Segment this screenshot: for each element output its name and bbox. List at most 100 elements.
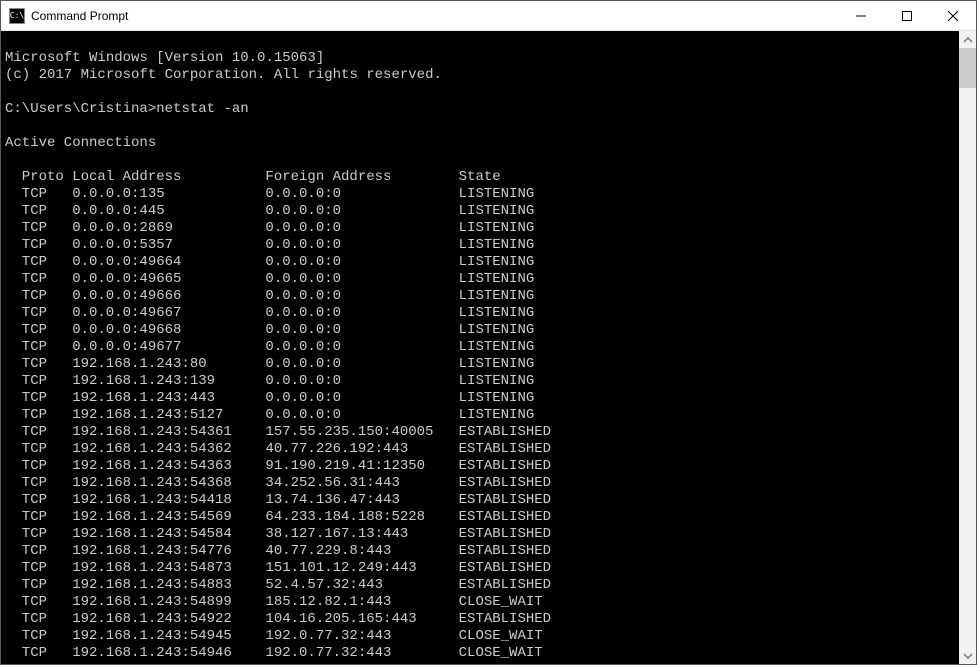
- cell-state: ESTABLISHED: [459, 509, 551, 526]
- cell-local: 192.168.1.243:54584: [72, 526, 265, 543]
- col-proto: Proto: [5, 169, 72, 186]
- cell-local: 0.0.0.0:135: [72, 186, 265, 203]
- titlebar[interactable]: C:\ Command Prompt: [1, 1, 976, 31]
- minimize-icon: [856, 11, 866, 21]
- section-title: Active Connections: [5, 135, 156, 151]
- cell-foreign: 104.16.205.165:443: [265, 611, 458, 628]
- cell-foreign: 0.0.0.0:0: [265, 288, 458, 305]
- cell-proto: TCP: [5, 237, 72, 254]
- cell-foreign: 40.77.226.192:443: [265, 441, 458, 458]
- table-row: TCP192.168.1.243:54922104.16.205.165:443…: [5, 611, 551, 627]
- cell-state: LISTENING: [459, 271, 535, 288]
- cell-local: 192.168.1.243:54361: [72, 424, 265, 441]
- cell-foreign: 34.252.56.31:443: [265, 475, 458, 492]
- cell-foreign: 91.190.219.41:12350: [265, 458, 458, 475]
- maximize-button[interactable]: [884, 1, 930, 31]
- cell-state: ESTABLISHED: [459, 543, 551, 560]
- cell-foreign: 185.12.82.1:443: [265, 594, 458, 611]
- cell-foreign: 13.74.136.47:443: [265, 492, 458, 509]
- cell-foreign: 0.0.0.0:0: [265, 237, 458, 254]
- cell-foreign: 151.101.12.249:443: [265, 560, 458, 577]
- table-header-row: ProtoLocal AddressForeign AddressState: [5, 169, 501, 185]
- maximize-icon: [902, 11, 912, 21]
- table-row: TCP0.0.0.0:496670.0.0.0:0LISTENING: [5, 305, 534, 321]
- cell-proto: TCP: [5, 220, 72, 237]
- cell-local: 0.0.0.0:2869: [72, 220, 265, 237]
- table-row: TCP192.168.1.243:54361157.55.235.150:400…: [5, 424, 551, 440]
- cell-foreign: 52.4.57.32:443: [265, 577, 458, 594]
- table-row: TCP192.168.1.243:5436834.252.56.31:443ES…: [5, 475, 551, 491]
- cell-local: 0.0.0.0:49665: [72, 271, 265, 288]
- table-row: TCP192.168.1.243:800.0.0.0:0LISTENING: [5, 356, 534, 372]
- vertical-scrollbar[interactable]: [959, 31, 976, 664]
- cell-foreign: 0.0.0.0:0: [265, 220, 458, 237]
- cell-proto: TCP: [5, 560, 72, 577]
- cell-state: ESTABLISHED: [459, 458, 551, 475]
- close-icon: [948, 11, 958, 21]
- cell-state: CLOSE_WAIT: [459, 645, 543, 662]
- table-row: TCP0.0.0.0:496640.0.0.0:0LISTENING: [5, 254, 534, 270]
- cell-proto: TCP: [5, 492, 72, 509]
- cell-proto: TCP: [5, 322, 72, 339]
- scroll-track[interactable]: [959, 48, 976, 647]
- cell-state: ESTABLISHED: [459, 526, 551, 543]
- cell-local: 0.0.0.0:445: [72, 203, 265, 220]
- col-state: State: [459, 169, 501, 186]
- cell-proto: TCP: [5, 339, 72, 356]
- scroll-thumb[interactable]: [959, 48, 976, 88]
- cell-proto: TCP: [5, 203, 72, 220]
- table-row: TCP192.168.1.243:54873151.101.12.249:443…: [5, 560, 551, 576]
- cell-local: 192.168.1.243:54776: [72, 543, 265, 560]
- scroll-down-button[interactable]: [959, 647, 976, 664]
- cell-local: 192.168.1.243:80: [72, 356, 265, 373]
- cell-proto: TCP: [5, 271, 72, 288]
- cell-foreign: 0.0.0.0:0: [265, 339, 458, 356]
- cell-state: CLOSE_WAIT: [459, 662, 543, 664]
- app-icon: C:\: [9, 8, 25, 24]
- cell-foreign: 0.0.0.0:0: [265, 203, 458, 220]
- cell-local: 192.168.1.243:54883: [72, 577, 265, 594]
- cell-state: LISTENING: [459, 356, 535, 373]
- cell-proto: TCP: [5, 577, 72, 594]
- close-button[interactable]: [930, 1, 976, 31]
- table-row: TCP192.168.1.243:54946192.0.77.32:443CLO…: [5, 645, 543, 661]
- cell-local: 0.0.0.0:5357: [72, 237, 265, 254]
- client-area: Microsoft Windows [Version 10.0.15063] (…: [1, 31, 976, 664]
- cell-local: 192.168.1.243:5127: [72, 407, 265, 424]
- table-row: TCP192.168.1.243:5458438.127.167.13:443E…: [5, 526, 551, 542]
- table-row: TCP0.0.0.0:496660.0.0.0:0LISTENING: [5, 288, 534, 304]
- table-row: TCP192.168.1.243:5456964.233.184.188:522…: [5, 509, 551, 525]
- cell-proto: TCP: [5, 611, 72, 628]
- cell-local: 192.168.1.243:54418: [72, 492, 265, 509]
- minimize-button[interactable]: [838, 1, 884, 31]
- cell-local: 192.168.1.243:54362: [72, 441, 265, 458]
- cell-local: 192.168.1.243:54946: [72, 645, 265, 662]
- table-row: TCP0.0.0.0:28690.0.0.0:0LISTENING: [5, 220, 534, 236]
- table-row: TCP0.0.0.0:53570.0.0.0:0LISTENING: [5, 237, 534, 253]
- cell-proto: TCP: [5, 594, 72, 611]
- cell-foreign: 64.233.184.188:5228: [265, 509, 458, 526]
- cell-foreign: 0.0.0.0:0: [265, 407, 458, 424]
- terminal-output[interactable]: Microsoft Windows [Version 10.0.15063] (…: [1, 31, 959, 664]
- cell-state: LISTENING: [459, 305, 535, 322]
- cell-proto: TCP: [5, 662, 72, 664]
- cell-local: 192.168.1.243:443: [72, 390, 265, 407]
- cell-local: 192.168.1.243:54363: [72, 458, 265, 475]
- cell-state: LISTENING: [459, 288, 535, 305]
- cell-foreign: 0.0.0.0:0: [265, 356, 458, 373]
- table-row: TCP0.0.0.0:496680.0.0.0:0LISTENING: [5, 322, 534, 338]
- copyright-line: (c) 2017 Microsoft Corporation. All righ…: [5, 67, 442, 83]
- cell-foreign: 157.55.235.150:40005: [265, 424, 458, 441]
- table-row: TCP0.0.0.0:496650.0.0.0:0LISTENING: [5, 271, 534, 287]
- cell-state: LISTENING: [459, 220, 535, 237]
- cell-foreign: 0.0.0.0:0: [265, 322, 458, 339]
- cell-proto: TCP: [5, 475, 72, 492]
- cell-state: ESTABLISHED: [459, 492, 551, 509]
- table-row: TCP192.168.1.243:54899185.12.82.1:443CLO…: [5, 594, 543, 610]
- scroll-up-button[interactable]: [959, 31, 976, 48]
- cell-local: 192.168.1.243:54947: [72, 662, 265, 664]
- cell-state: ESTABLISHED: [459, 611, 551, 628]
- col-local: Local Address: [72, 169, 265, 186]
- table-row: TCP192.168.1.243:54947192.0.77.32:443CLO…: [5, 662, 543, 664]
- cell-local: 0.0.0.0:49677: [72, 339, 265, 356]
